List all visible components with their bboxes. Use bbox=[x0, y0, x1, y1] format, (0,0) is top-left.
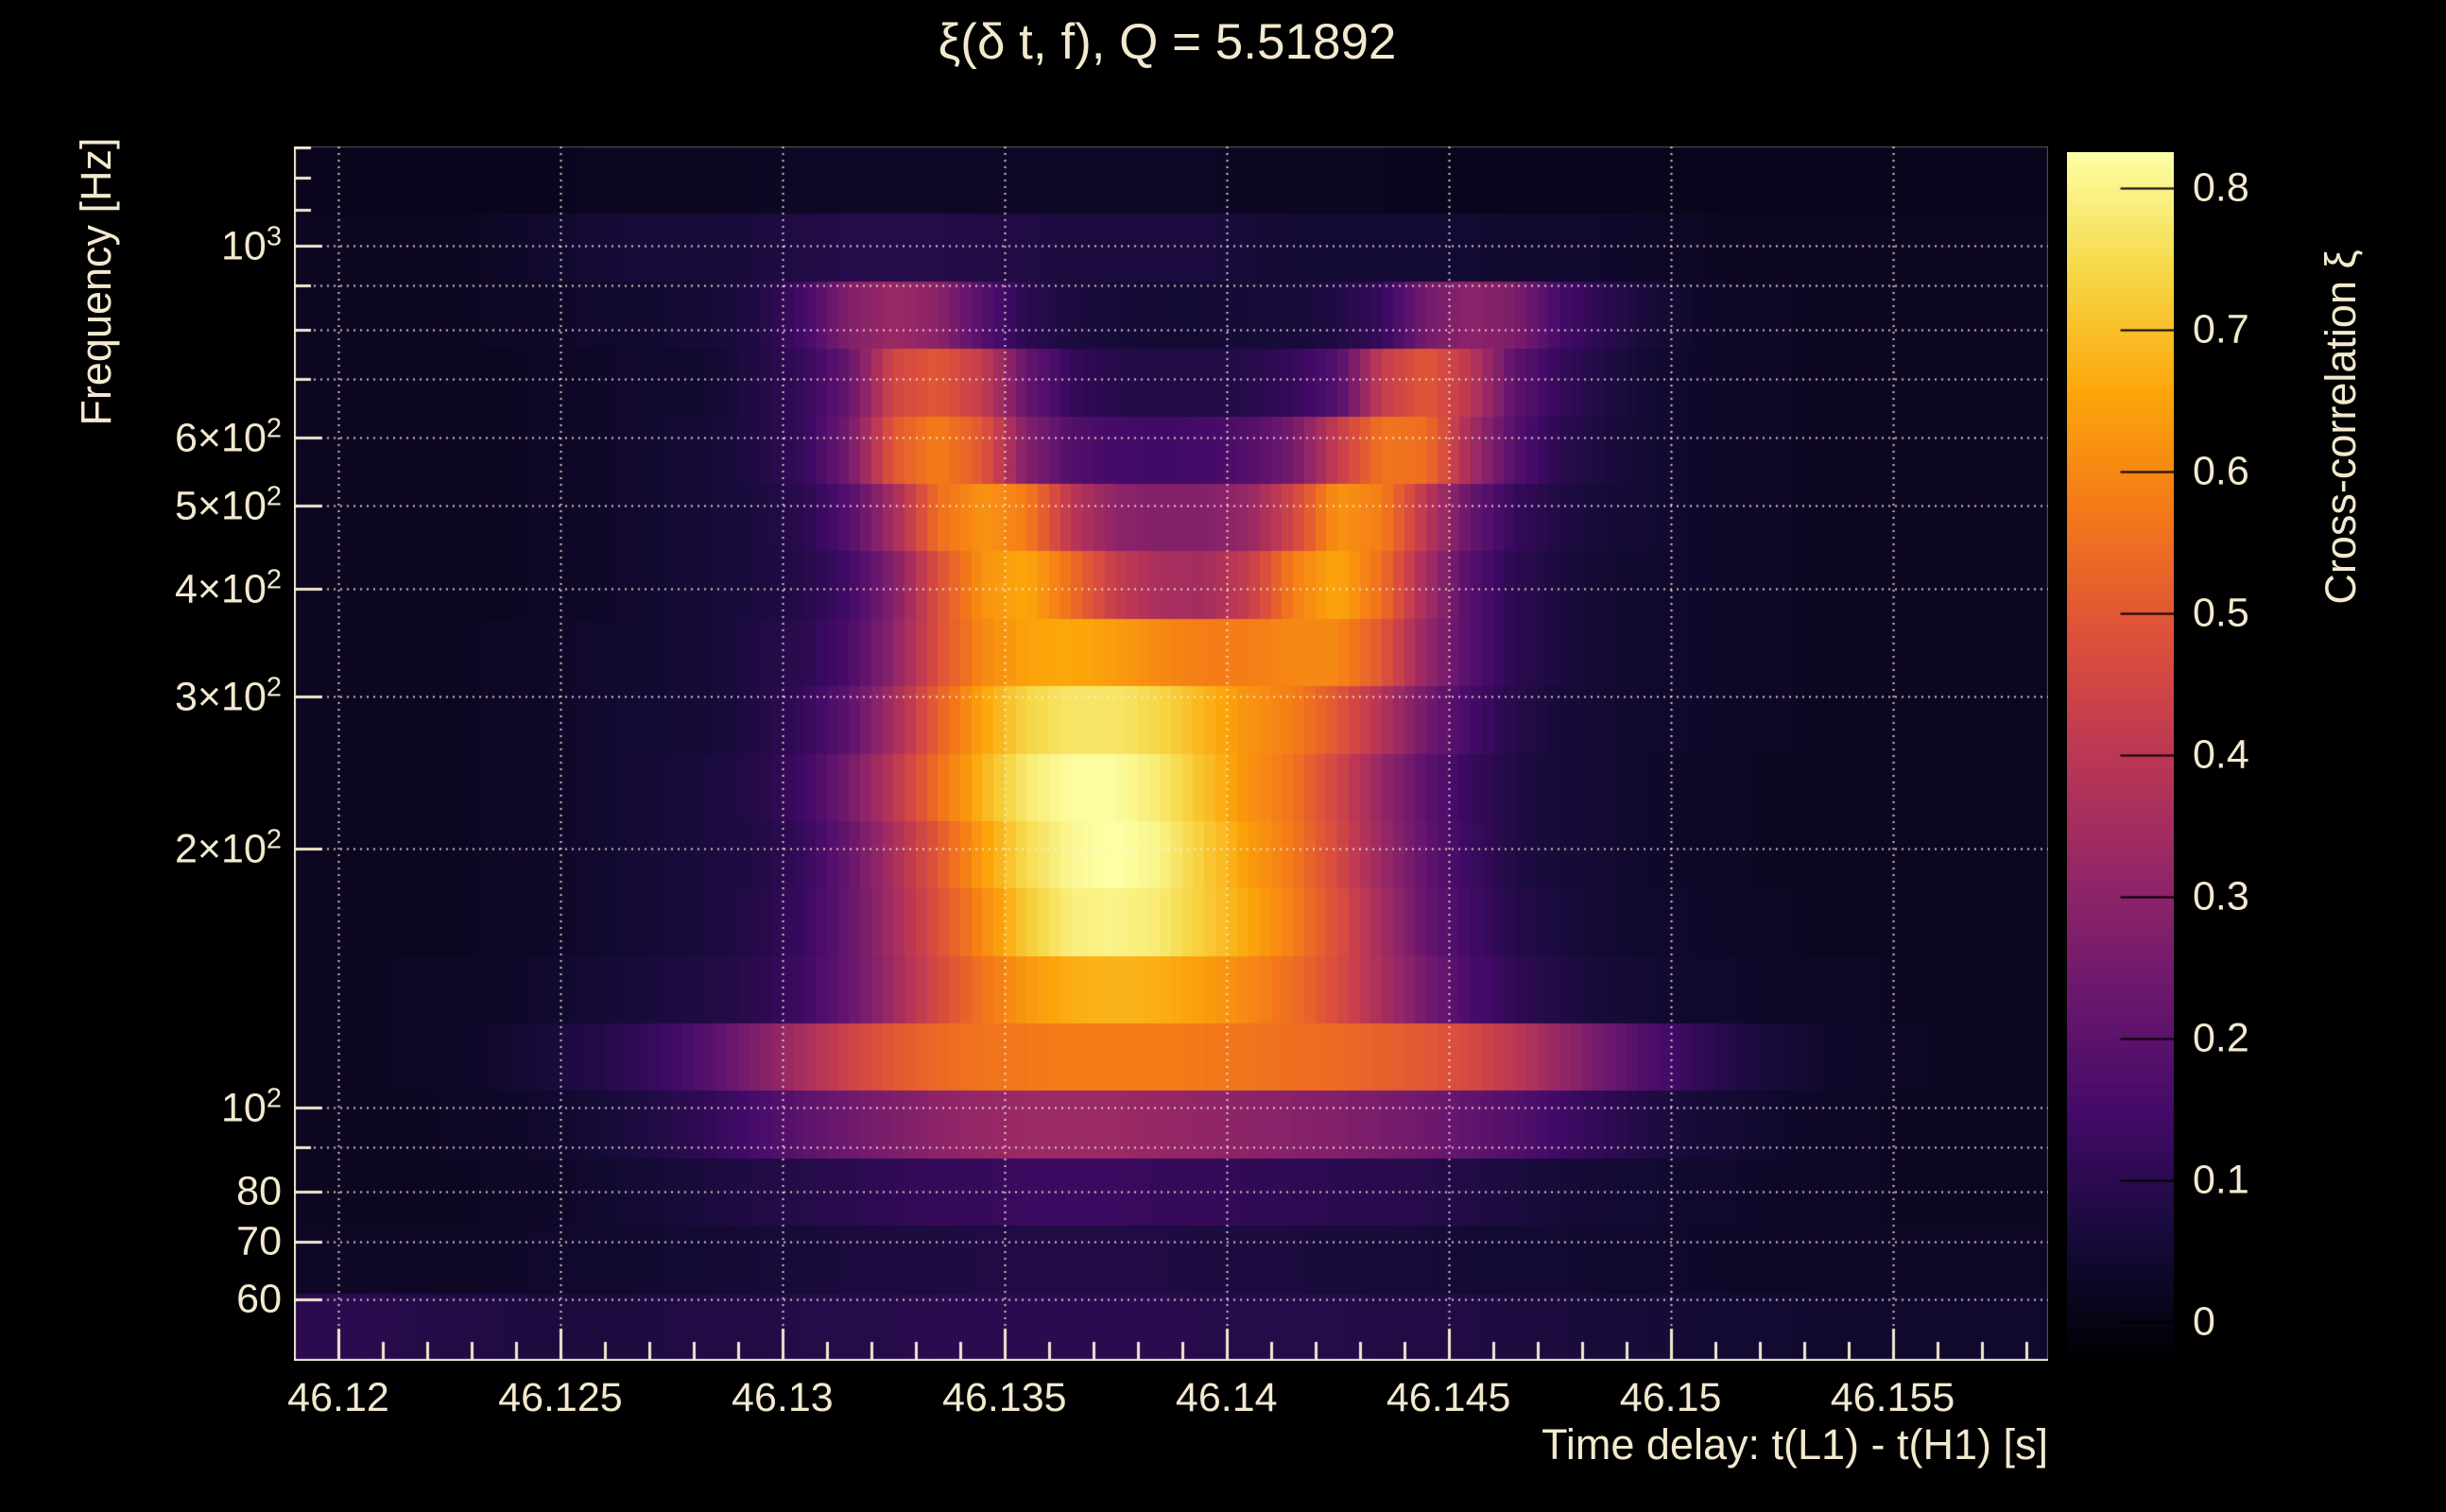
y-tick-label-60: 60 bbox=[236, 1276, 282, 1322]
colorbar-tick-label-0: 0 bbox=[2193, 1299, 2215, 1346]
x-axis-title: Time delay: t(L1) - t(H1) [s] bbox=[0, 1420, 2048, 1469]
heatmap-plot-area bbox=[294, 146, 2048, 1361]
colorbar-tick-label-0.4: 0.4 bbox=[2193, 732, 2249, 779]
colorbar-tick-label-0.5: 0.5 bbox=[2193, 590, 2249, 636]
colorbar-tick-label-0.6: 0.6 bbox=[2193, 448, 2249, 494]
y-tick-label-80: 80 bbox=[236, 1168, 282, 1214]
x-tick-label-46.15: 46.15 bbox=[1620, 1375, 1722, 1421]
y-tick-label-1000: 103 bbox=[221, 221, 282, 269]
x-tick-label-46.125: 46.125 bbox=[498, 1375, 623, 1421]
y-tick-label-100: 102 bbox=[221, 1084, 282, 1132]
y-axis-title: Frequency [Hz] bbox=[72, 137, 121, 425]
x-tick-label-46.155: 46.155 bbox=[1831, 1375, 1955, 1421]
colorbar-tick-label-0.3: 0.3 bbox=[2193, 874, 2249, 920]
colorbar-gradient bbox=[2067, 152, 2174, 1358]
y-tick-label-70: 70 bbox=[236, 1218, 282, 1264]
y-tick-label-600: 6×102 bbox=[175, 413, 282, 461]
x-tick-label-46.14: 46.14 bbox=[1176, 1375, 1278, 1421]
figure-page: { "figure": { "title": "ξ(δ t, f), Q = 5… bbox=[0, 0, 2446, 1512]
y-tick-label-300: 3×102 bbox=[175, 673, 282, 721]
x-tick-label-46.145: 46.145 bbox=[1387, 1375, 1511, 1421]
x-tick-label-46.12: 46.12 bbox=[287, 1375, 389, 1421]
chart-title: ξ(δ t, f), Q = 5.51892 bbox=[0, 13, 2334, 71]
x-tick-label-46.135: 46.135 bbox=[942, 1375, 1067, 1421]
y-tick-label-200: 2×102 bbox=[175, 824, 282, 872]
colorbar-tick-label-0.1: 0.1 bbox=[2193, 1158, 2249, 1204]
colorbar-tick-label-0.8: 0.8 bbox=[2193, 164, 2249, 211]
x-tick-label-46.13: 46.13 bbox=[732, 1375, 834, 1421]
colorbar-tick-label-0.2: 0.2 bbox=[2193, 1016, 2249, 1062]
colorbar-tick-label-0.7: 0.7 bbox=[2193, 306, 2249, 352]
colorbar-title: Cross-correlation ξ bbox=[2317, 249, 2366, 604]
y-tick-label-400: 4×102 bbox=[175, 565, 282, 613]
y-tick-label-500: 5×102 bbox=[175, 481, 282, 529]
